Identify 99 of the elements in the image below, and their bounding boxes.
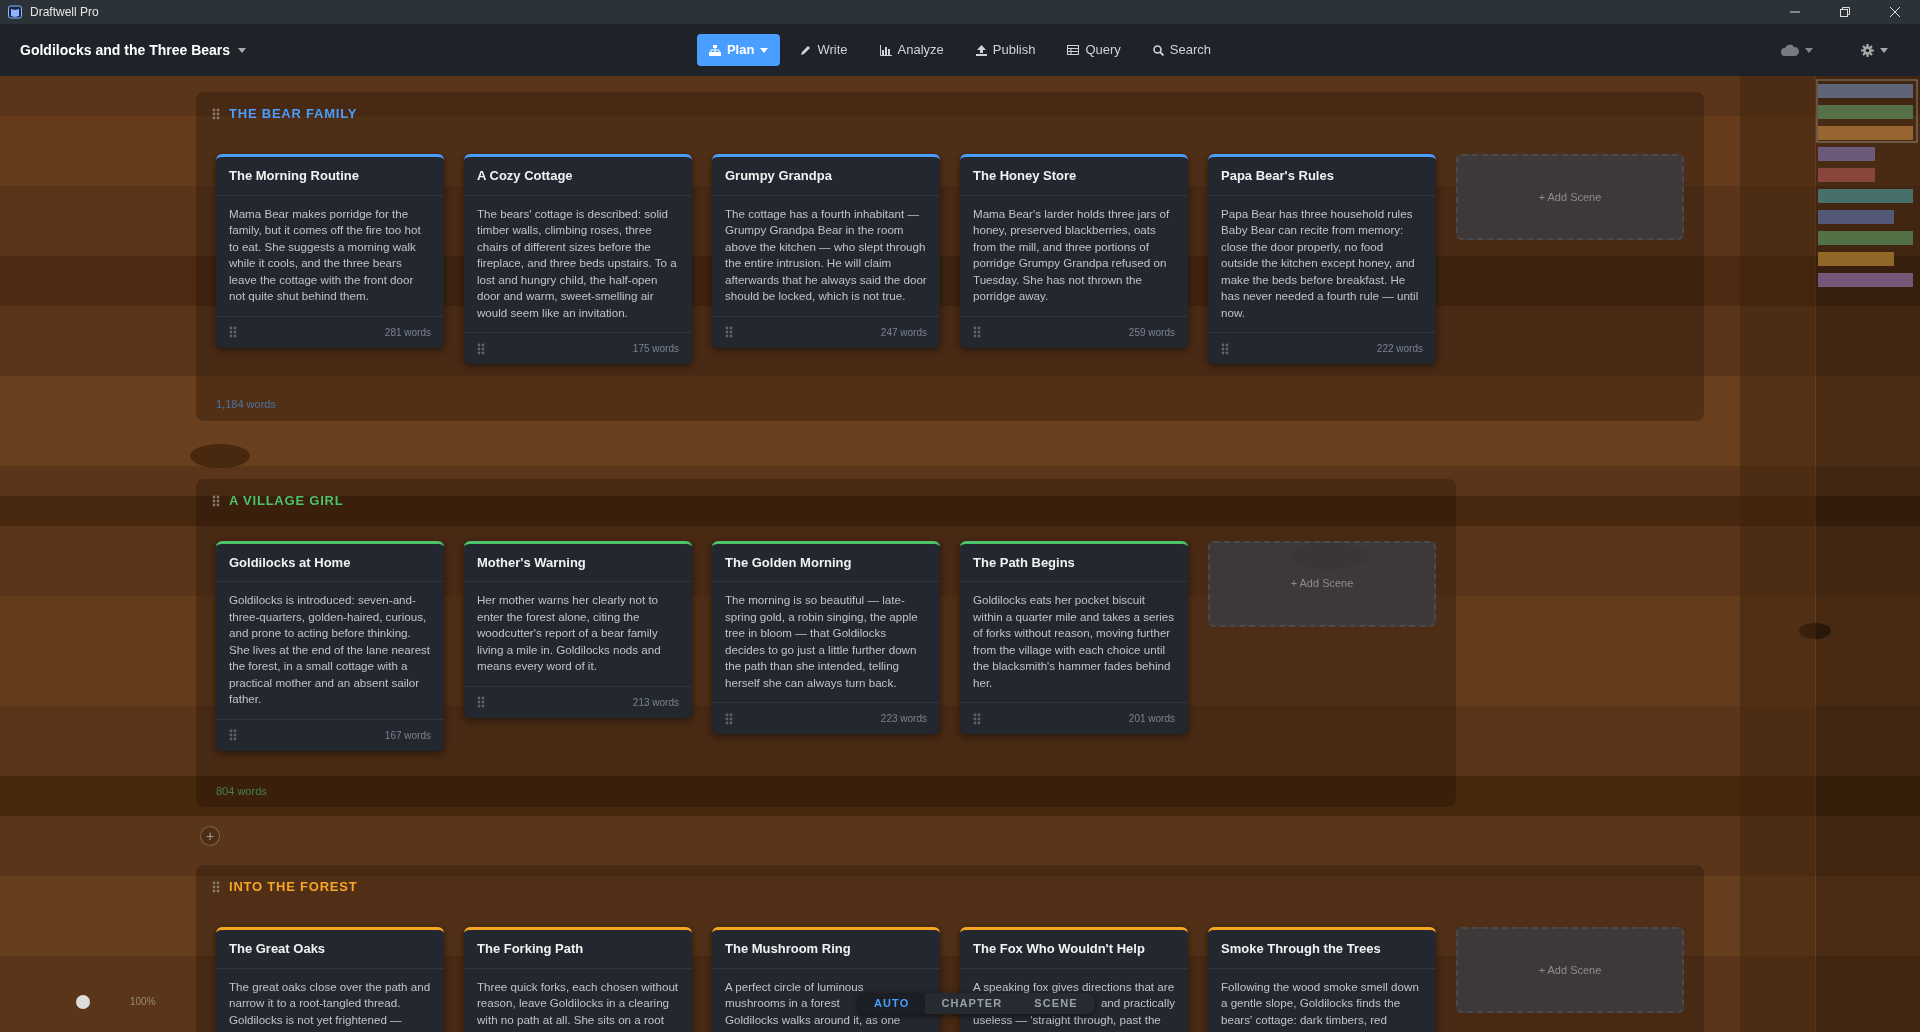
scene-title: Papa Bear's Rules bbox=[1208, 157, 1436, 196]
view-mode-tab[interactable]: SCENE bbox=[1018, 992, 1094, 1014]
scene-summary: Her mother warns her clearly not to enter the forest alone, citing the woodcutter's report of a bear family living a mile in. Goldilocks nods and means every word of it. bbox=[476, 592, 662, 674]
scene-card[interactable] bbox=[960, 540, 1188, 734]
scene-title: Smoke Through the Trees bbox=[1208, 930, 1436, 969]
scene-card[interactable]: The Great Oaks The great oaks close over the path and narrow it to a root-tangled thread. Goldilocks is not yet frightened — bbox=[216, 927, 444, 1032]
summary-line: and practically bbox=[1100, 995, 1175, 1011]
add-scene-button[interactable]: + Add Scene bbox=[1456, 927, 1684, 1013]
scene-summary: Mama Bear's larder holds three jars of honey, preserved blackberries, oats from the mill, and three portions of porridge Grumpy Grandpa refused on Tuesday. She has not thrown the porridge away. bbox=[972, 205, 1171, 304]
table-icon bbox=[1067, 45, 1080, 55]
word-count: 175 words bbox=[632, 342, 679, 356]
scene-title: The Morning Routine bbox=[216, 157, 444, 196]
summary-line: useless — 'straight through, past the bbox=[973, 1011, 1161, 1028]
scene-card[interactable] bbox=[216, 540, 444, 751]
word-count: 201 words bbox=[1128, 712, 1175, 726]
scene-summary: Three quick forks, each chosen without reason, leave Goldilocks in a clearing with no path at all. She sits on a root bbox=[476, 978, 680, 1028]
scene-summary: Goldilocks is introduced: seven-and-three-quarters, golden-haired, curious, and prone to acting before thinking. She lives at the end of the lane nearest the forest, in a small cottage with a practical mother and an absent sailor father. bbox=[228, 592, 432, 707]
scene-title: The Golden Morning bbox=[712, 543, 940, 582]
scene-title: Grumpy Grandpa bbox=[712, 157, 940, 196]
sitemap-icon bbox=[708, 44, 721, 56]
project-title[interactable]: Goldilocks and the Three Bears bbox=[20, 39, 247, 61]
view-mode-tab[interactable]: AUTO bbox=[858, 992, 926, 1014]
scene-card[interactable]: Smoke Through the Trees Following the wood smoke smell down a gentle slope, Goldilocks finds the bears' cottage: dark timbers, red bbox=[1208, 927, 1436, 1032]
settings-icon bbox=[1861, 43, 1874, 57]
scene-title: The Forking Path bbox=[464, 930, 692, 969]
zoom-level: 100% bbox=[130, 995, 156, 1009]
search-icon bbox=[1152, 44, 1164, 56]
summary-line: A perfect circle of luminous bbox=[725, 978, 864, 995]
drag-handle-icon[interactable] bbox=[212, 494, 220, 507]
chapter-title: A VILLAGE GIRL bbox=[229, 491, 344, 510]
caret-icon bbox=[1880, 47, 1888, 53]
chapter-word-total: 1,184 words bbox=[216, 397, 277, 412]
drag-handle-icon[interactable] bbox=[725, 712, 733, 725]
chapter-title: THE BEAR FAMILY bbox=[229, 105, 358, 124]
word-count: 259 words bbox=[1128, 325, 1175, 340]
summary-line: mushrooms in a forest bbox=[725, 995, 840, 1011]
nav-tab[interactable]: Write bbox=[788, 34, 860, 66]
scene-title: Mother's Warning bbox=[464, 543, 692, 582]
drag-handle-icon[interactable] bbox=[229, 326, 237, 338]
scene-title: The Path Begins bbox=[960, 543, 1188, 582]
bar-chart-icon bbox=[879, 44, 892, 56]
caret-icon bbox=[1805, 47, 1813, 53]
add-chapter-button[interactable]: + bbox=[200, 826, 220, 846]
summary-line: A speaking fox gives directions that are bbox=[973, 978, 1175, 995]
scene-title: The Great Oaks bbox=[216, 930, 444, 969]
caret-icon bbox=[238, 47, 247, 53]
scene-card[interactable] bbox=[216, 154, 444, 348]
nav-tab[interactable]: Query bbox=[1055, 34, 1133, 66]
scene-summary: Following the wood smoke smell down a gentle slope, Goldilocks finds the bears' cottage: dark timbers, red bbox=[1220, 978, 1420, 1028]
drag-handle-icon[interactable] bbox=[1221, 342, 1229, 355]
word-count: 281 words bbox=[384, 325, 431, 340]
scene-title: A Cozy Cottage bbox=[464, 157, 692, 196]
drag-handle-icon[interactable] bbox=[973, 712, 981, 725]
scene-card[interactable] bbox=[960, 154, 1188, 348]
close-icon bbox=[1890, 7, 1900, 17]
nav-tab[interactable]: Search bbox=[1140, 34, 1224, 66]
scene-card[interactable] bbox=[1208, 154, 1436, 364]
chapter-title: INTO THE FOREST bbox=[229, 878, 358, 897]
nav-tab[interactable]: Publish bbox=[963, 34, 1048, 66]
add-scene-button[interactable]: + Add Scene bbox=[1456, 154, 1684, 240]
drag-handle-icon[interactable] bbox=[212, 881, 220, 893]
scene-title: The Honey Store bbox=[960, 157, 1188, 196]
scene-summary: The bears' cottage is described: solid timber walls, climbing roses, three chairs of different sizes before the fireplace, and three beds upstairs. To a lost and hungry child, the half-open door and warm, sweet-smelling air would seem like an invitation. bbox=[476, 205, 678, 321]
drag-handle-icon[interactable] bbox=[725, 326, 733, 338]
restore-icon bbox=[1840, 7, 1850, 17]
scene-summary: Papa Bear has three household rules Baby Bear can recite from memory: close the door properly, no food outside the kitchen except honey, and make the beds before breakfast. He has never needed a fourth rule — until now. bbox=[1220, 205, 1420, 321]
drag-handle-icon[interactable] bbox=[477, 696, 485, 708]
cloud-icon bbox=[1781, 44, 1799, 56]
scene-title: The Fox Who Wouldn't Help bbox=[960, 930, 1188, 969]
drag-handle-icon[interactable] bbox=[212, 108, 220, 120]
scene-card[interactable]: Mother's Warning Her mother warns her clearly not to enter the forest alone, citing the woodcutter's report of a bear family living a mile in. Goldilocks nods and means every word of it. 213 words bbox=[464, 540, 692, 718]
summary-line: Goldilocks walks around it, as one bbox=[725, 1011, 901, 1028]
word-count: 167 words bbox=[384, 728, 431, 743]
nav-tab[interactable]: Analyze bbox=[867, 34, 956, 66]
book-icon bbox=[8, 5, 22, 19]
scene-card[interactable] bbox=[712, 540, 940, 734]
window-title: Draftwell Pro bbox=[30, 4, 99, 21]
upload-icon bbox=[975, 44, 987, 56]
chapter-word-total: 804 words bbox=[216, 783, 268, 799]
drag-handle-icon[interactable] bbox=[973, 326, 981, 338]
view-mode-tab[interactable]: CHAPTER bbox=[925, 992, 1019, 1014]
word-count: 213 words bbox=[632, 695, 679, 710]
word-count: 223 words bbox=[880, 712, 927, 726]
scene-summary: The great oaks close over the path and narrow it to a root-tangled thread. Goldilocks is not yet frightened — bbox=[228, 978, 432, 1028]
scene-summary: The cottage has a fourth inhabitant — Grumpy Grandpa Bear in the room above the kitchen — who slept through the entire intrusion. He will claim afterwards that he always said the door should be locked, which is not true. bbox=[724, 205, 928, 304]
scene-card[interactable] bbox=[464, 154, 692, 364]
word-count: 222 words bbox=[1376, 342, 1423, 356]
scene-card[interactable] bbox=[712, 154, 940, 348]
pencil-icon bbox=[800, 44, 812, 56]
scene-title: Goldilocks at Home bbox=[216, 543, 444, 582]
drag-handle-icon[interactable] bbox=[229, 729, 237, 741]
scene-summary: The morning is so beautiful — late-spring gold, a robin singing, the apple tree in bloom — that Goldilocks decides to go just a little further down the path than she intended, telling herself she can always turn back. bbox=[724, 592, 919, 691]
scene-title: The Mushroom Ring bbox=[712, 930, 940, 969]
word-count: 247 words bbox=[880, 325, 927, 340]
drag-handle-icon[interactable] bbox=[477, 342, 485, 355]
scene-summary: Goldilocks eats her pocket biscuit within a quarter mile and takes a series of forks without reason, moving further from the village with each choice until the blacksmith's hammer fades behind her. bbox=[972, 592, 1176, 691]
scene-summary: Mama Bear makes porridge for the family, but it comes off the fire too hot to eat. She suggests a morning walk while it cools, and the three bears leave the cottage with the front door not quite shut behind them. bbox=[228, 205, 422, 304]
add-scene-button[interactable]: + Add Scene bbox=[1208, 540, 1436, 627]
scene-card[interactable]: The Forking Path Three quick forks, each chosen without reason, leave Goldilocks in a clearing with no path at all. She sits on a root bbox=[464, 927, 692, 1032]
